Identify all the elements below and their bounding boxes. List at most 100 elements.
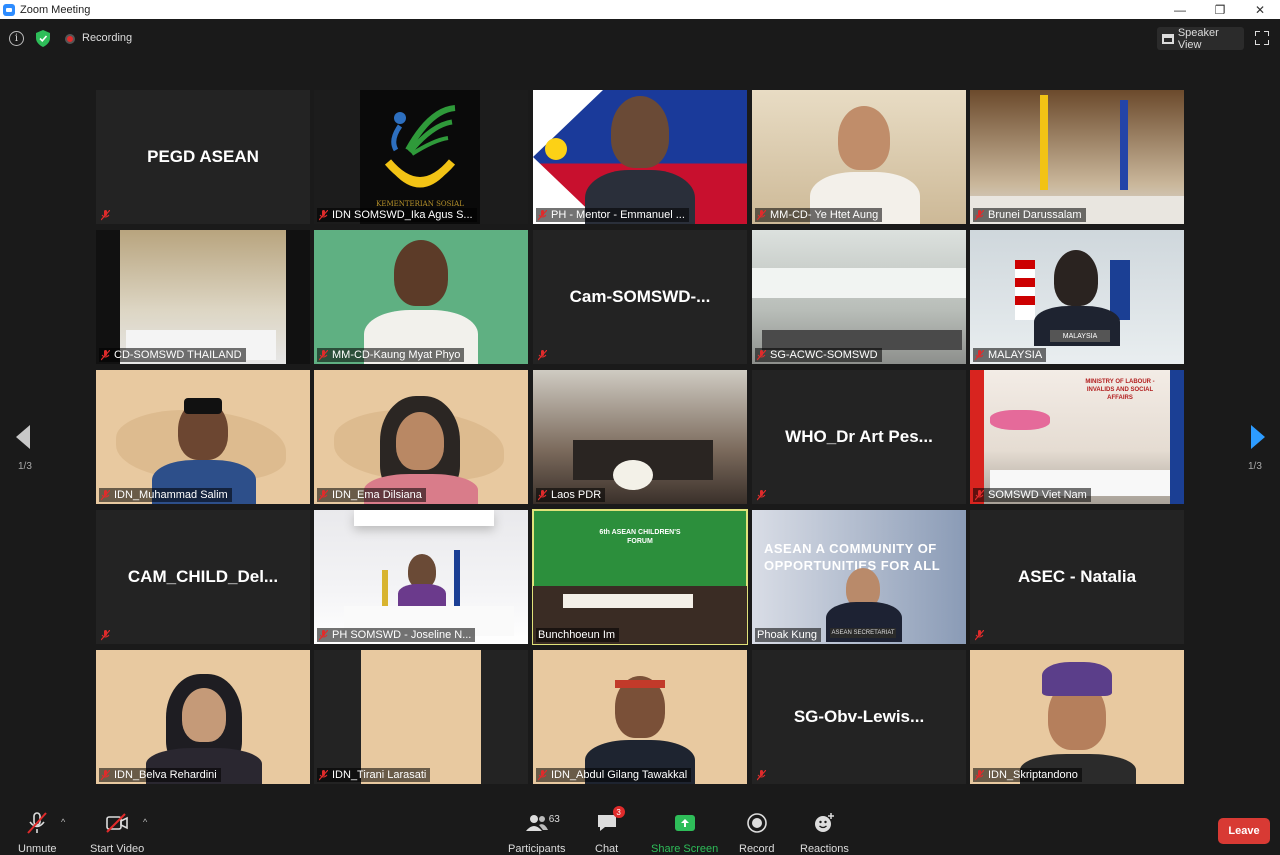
leave-button[interactable]: Leave	[1218, 818, 1270, 844]
participant-tile[interactable]: WHO_Dr Art Pes...	[752, 370, 966, 504]
participant-tile[interactable]: MINISTRY OF LABOUR - INVALIDS AND SOCIAL…	[970, 370, 1184, 504]
muted-mic-icon	[538, 769, 547, 781]
participant-namebox: Brunei Darussalam	[973, 208, 1086, 222]
minimize-button[interactable]: —	[1160, 0, 1200, 19]
asean-flag	[1110, 260, 1130, 320]
record-label: Record	[739, 843, 775, 855]
unmute-button[interactable]: Unmute	[18, 811, 57, 855]
close-button[interactable]: ✕	[1240, 0, 1280, 19]
participant-name: IDN_Tirani Larasati	[332, 769, 427, 781]
participant-head	[838, 106, 890, 170]
participant-head	[394, 240, 448, 306]
previous-page-arrow-icon[interactable]	[16, 425, 30, 449]
participants-button[interactable]: 63 Participants	[508, 811, 565, 855]
participant-namebox: IDN_Ema Dilsiana	[317, 488, 426, 502]
participant-tile[interactable]: ASEAN A COMMUNITY OF OPPORTUNITIES FOR A…	[752, 510, 966, 644]
participant-namebox: IDN SOMSWD_Ika Agus S...	[317, 208, 477, 222]
participant-tile[interactable]: MM-CD- Ye Htet Aung	[752, 90, 966, 224]
chat-button[interactable]: 3 Chat	[595, 806, 625, 855]
flag-pole-yellow	[1040, 95, 1048, 190]
participant-tile[interactable]: IDN_Skriptandono	[970, 650, 1184, 784]
participant-tile-active-speaker[interactable]: 6th ASEAN CHILDREN'S FORUM Bunchhoeun Im	[532, 509, 748, 645]
participant-namebox: Bunchhoeun Im	[536, 628, 620, 642]
participant-name: IDN_Muhammad Salim	[114, 489, 228, 501]
window-controls: — ❐ ✕	[1160, 0, 1280, 19]
participant-tile[interactable]: MM-CD-Kaung Myat Phyo	[314, 230, 528, 364]
record-button[interactable]: Record	[739, 811, 774, 855]
muted-microphone-icon	[25, 811, 49, 835]
participant-namebox: MALAYSIA	[973, 348, 1047, 362]
participant-tile[interactable]: SG-ACWC-SOMSWD	[752, 230, 966, 364]
participant-namebox	[973, 629, 988, 642]
participant-tile[interactable]: Laos PDR	[533, 370, 747, 504]
participant-tile[interactable]: IDN_Abdul Gilang Tawakkal	[533, 650, 747, 784]
muted-mic-icon	[101, 630, 110, 641]
chat-unread-badge: 3	[612, 806, 625, 818]
participant-tile[interactable]: IDN_Muhammad Salim	[96, 370, 310, 504]
participant-head	[182, 688, 226, 742]
letterbox-right	[286, 230, 310, 364]
participant-tile[interactable]: CAM_CHILD_Del...	[96, 510, 310, 644]
participant-tile[interactable]: SG-Obv-Lewis...	[752, 650, 966, 784]
next-page-arrow-icon[interactable]	[1251, 425, 1265, 449]
participant-tile[interactable]: KEMENTERIAN SOSIAL IDN SOMSWD_Ika Agus S…	[314, 90, 528, 224]
start-video-button[interactable]: Start Video	[90, 811, 144, 855]
participant-tile[interactable]: PEGD ASEAN	[96, 90, 310, 224]
shield-icon[interactable]	[36, 30, 50, 47]
page-indicator-left: 1/3	[18, 461, 32, 472]
table	[563, 594, 693, 608]
muted-mic-icon	[757, 770, 766, 781]
participant-name: IDN_Belva Rehardini	[114, 769, 217, 781]
participant-tile[interactable]: CD-SOMSWD THAILAND	[96, 230, 310, 364]
fullscreen-icon[interactable]	[1255, 31, 1269, 45]
recording-icon	[65, 34, 75, 44]
participant-name: SOMSWD Viet Nam	[988, 489, 1087, 501]
video-options-caret-icon[interactable]: ^	[143, 817, 147, 827]
share-screen-icon	[674, 811, 696, 835]
flower-arrangement	[990, 410, 1050, 430]
restore-button[interactable]: ❐	[1200, 0, 1240, 19]
muted-mic-icon	[975, 630, 984, 641]
muted-mic-icon	[975, 349, 984, 361]
muted-mic-icon	[319, 209, 328, 221]
participant-tile[interactable]: PH - Mentor - Emmanuel ...	[533, 90, 747, 224]
participant-namebox: SOMSWD Viet Nam	[973, 488, 1091, 502]
audio-options-caret-icon[interactable]: ^	[61, 817, 65, 827]
asean-banner: ASEAN A COMMUNITY OF OPPORTUNITIES FOR A…	[764, 541, 941, 573]
participant-tile[interactable]: Brunei Darussalam	[970, 90, 1184, 224]
participant-namebox: SG-ACWC-SOMSWD	[755, 348, 882, 362]
reactions-button[interactable]: Reactions	[800, 811, 849, 855]
participant-name: MM-CD- Ye Htet Aung	[770, 209, 879, 221]
participant-name: SG-ACWC-SOMSWD	[770, 349, 878, 361]
participant-tile[interactable]: IDN_Tirani Larasati	[314, 650, 528, 784]
asean-flag	[1170, 370, 1184, 504]
participant-tile[interactable]: Cam-SOMSWD-...	[533, 230, 747, 364]
participant-name: Bunchhoeun Im	[538, 629, 616, 641]
share-screen-button[interactable]: Share Screen	[651, 811, 718, 855]
participant-display-name: SG-Obv-Lewis...	[793, 707, 925, 726]
participant-head	[408, 554, 436, 588]
table	[762, 330, 962, 350]
participant-name: PH SOMSWD - Joseline N...	[332, 629, 472, 641]
participant-tile[interactable]: PH SOMSWD - Joseline N...	[314, 510, 528, 644]
reactions-label: Reactions	[800, 843, 849, 855]
participant-tile[interactable]: IDN_Ema Dilsiana	[314, 370, 528, 504]
muted-mic-icon	[319, 489, 328, 501]
participant-tile[interactable]: ASEC - Natalia	[970, 510, 1184, 644]
participant-name: PH - Mentor - Emmanuel ...	[551, 209, 685, 221]
participant-name: Laos PDR	[551, 489, 602, 501]
participant-tile[interactable]: MALAYSIA MALAYSIA	[970, 230, 1184, 364]
participant-tile[interactable]: IDN_Belva Rehardini	[96, 650, 310, 784]
recording-label: Recording	[82, 32, 133, 44]
country-sign: MALAYSIA	[1050, 330, 1110, 342]
info-icon[interactable]: i	[9, 31, 24, 46]
ceiling-light	[354, 510, 494, 526]
participant-namebox: IDN_Tirani Larasati	[317, 768, 431, 782]
participant-head	[1054, 250, 1098, 306]
participant-namebox: PH - Mentor - Emmanuel ...	[536, 208, 689, 222]
flag-pole	[454, 550, 460, 610]
participant-display-name: CAM_CHILD_Del...	[127, 567, 279, 586]
participants-label: Participants	[508, 843, 566, 855]
speaker-view-button[interactable]: Speaker View	[1157, 27, 1244, 51]
muted-mic-icon	[757, 490, 766, 501]
